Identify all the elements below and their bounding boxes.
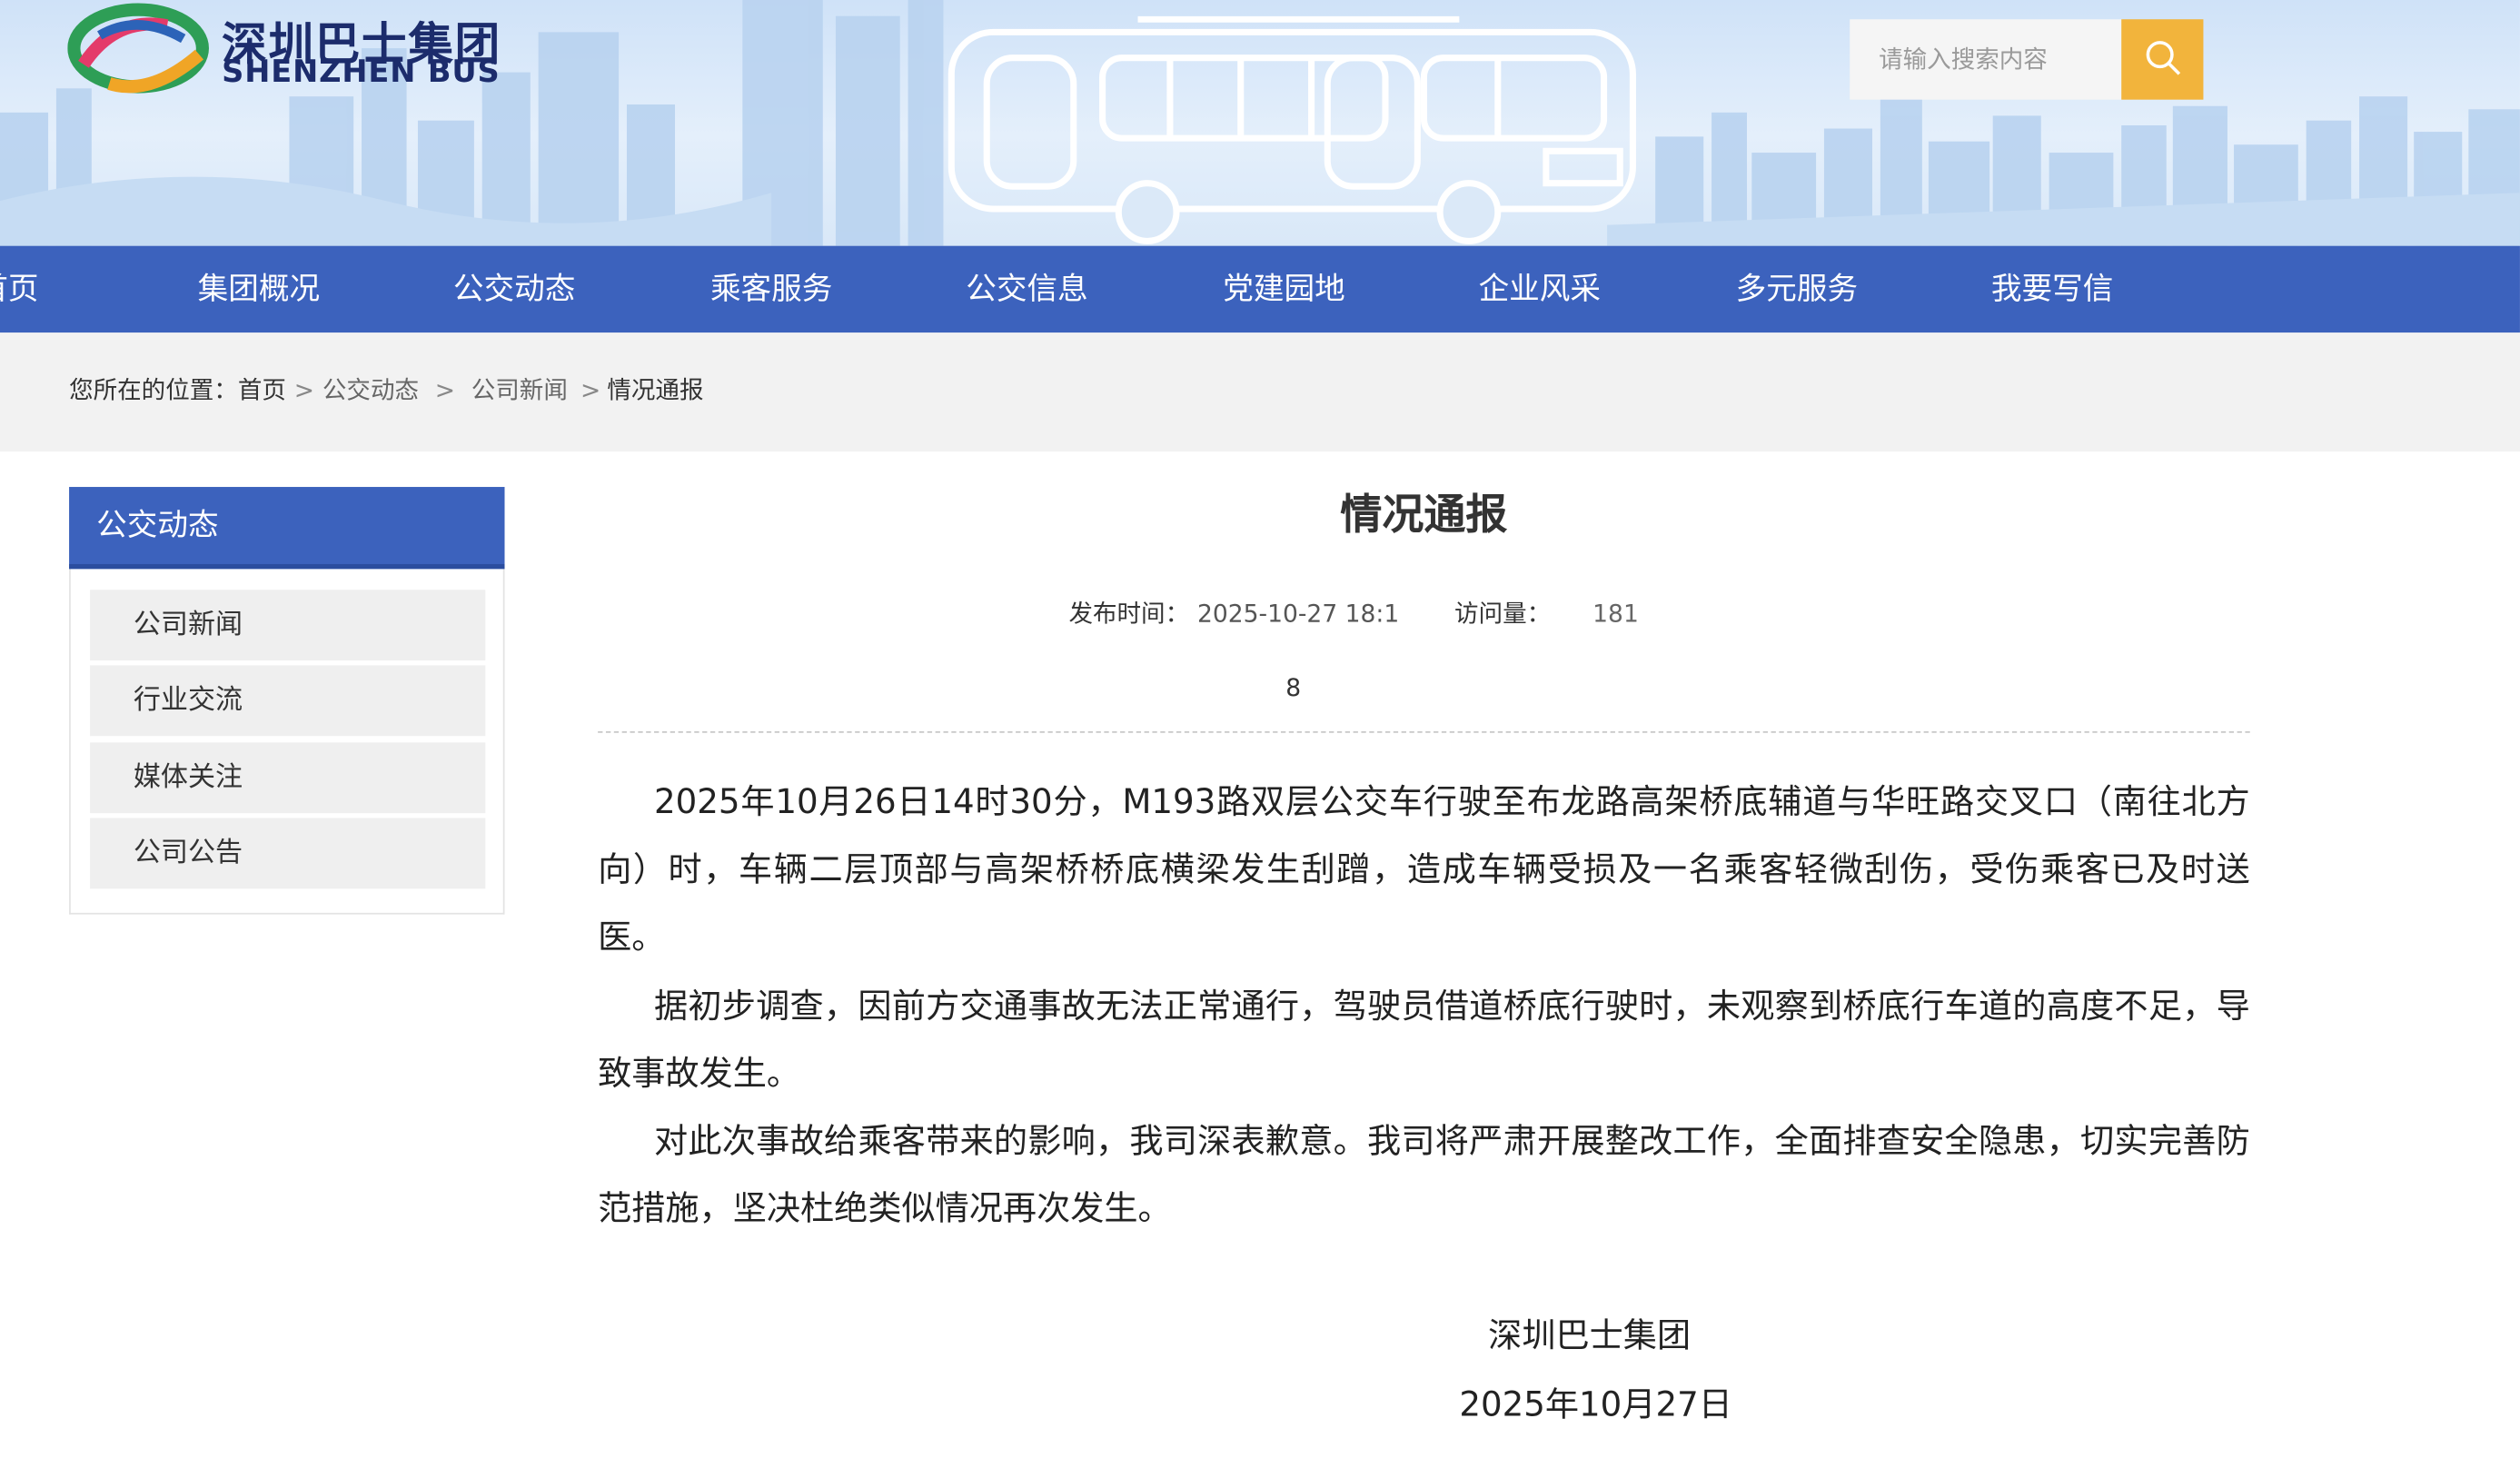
nav-item-write-letter[interactable]: 我要写信 <box>1991 246 2113 333</box>
signature-date: 2025年10月27日 <box>1459 1384 1732 1424</box>
breadcrumb-bar: 您所在的位置：首页 > 公交动态 > 公司新闻 > 情况通报 <box>0 332 2520 452</box>
article-divider <box>598 730 2250 733</box>
bus-illustration <box>947 15 1636 244</box>
signature-organization: 深圳巴士集团 <box>1488 1315 1692 1355</box>
nav-item-bus-news[interactable]: 公交动态 <box>453 246 575 333</box>
article-paragraph-1: 2025年10月26日14时30分，M193路双层公交车行驶至布龙路高架桥底辅道… <box>598 782 2250 957</box>
breadcrumb-home[interactable]: 首页 <box>238 332 286 448</box>
breadcrumb-bus-news[interactable]: 公交动态 <box>322 332 419 448</box>
nav-item-diversified-services[interactable]: 多元服务 <box>1736 246 1858 333</box>
nav-item-party-building[interactable]: 党建园地 <box>1223 246 1344 333</box>
article-paragraph-3: 对此次事故给乘客带来的影响，我司深表歉意。我司将严肃开展整改工作，全面排查安全隐… <box>598 1121 2250 1228</box>
publish-time-wrap: 8 <box>1285 673 1302 703</box>
nav-item-home[interactable]: 首页 <box>0 246 38 333</box>
article-title: 情况通报 <box>1340 491 1508 541</box>
sidebar-title: 公交动态 <box>69 487 505 570</box>
sidebar-item-company-announcement[interactable]: 公司公告 <box>90 818 486 889</box>
main-nav: 首页 集团概况 公交动态 乘客服务 公交信息 党建园地 企业风采 多元服务 我要… <box>0 245 2520 333</box>
breadcrumb-prefix: 您所在的位置： <box>69 375 238 405</box>
breadcrumb-separator: > <box>293 375 315 405</box>
nav-item-bus-info[interactable]: 公交信息 <box>966 246 1087 333</box>
search-input[interactable] <box>1850 19 2123 100</box>
search-box[interactable] <box>1850 19 2204 100</box>
header-banner: 深圳巴士集团 SHENZHEN BUS <box>0 0 2520 246</box>
shenzhen-bus-logo[interactable]: 深圳巴士集团 SHENZHEN BUS <box>67 0 550 106</box>
sidebar-item-media-attention[interactable]: 媒体关注 <box>90 742 486 814</box>
logo-emblem-icon <box>67 3 209 94</box>
views-value: 181 <box>1592 599 1639 629</box>
nav-item-corporate-style[interactable]: 企业风采 <box>1479 246 1601 333</box>
breadcrumb: 您所在的位置：首页 > 公交动态 > 公司新闻 > 情况通报 <box>69 332 703 451</box>
publish-time-value: 2025-10-27 18:1 <box>1196 599 1400 629</box>
breadcrumb-separator: > <box>434 375 456 405</box>
search-icon <box>2146 41 2181 75</box>
article-paragraph-2: 据初步调查，因前方交通事故无法正常通行，驾驶员借道桥底行驶时，未观察到桥底行车道… <box>598 987 2250 1093</box>
breadcrumb-company-news[interactable]: 公司新闻 <box>471 332 568 448</box>
logo-english-name: SHENZHEN BUS <box>222 55 501 91</box>
search-button[interactable] <box>2121 19 2204 100</box>
nav-item-group-overview[interactable]: 集团概况 <box>198 246 320 333</box>
sidebar-item-company-news[interactable]: 公司新闻 <box>90 590 486 661</box>
nav-item-passenger-service[interactable]: 乘客服务 <box>710 246 832 333</box>
publish-time-label: 发布时间： <box>1068 599 1190 629</box>
breadcrumb-current: 情况通报 <box>607 375 704 405</box>
sidebar-item-industry-exchange[interactable]: 行业交流 <box>90 665 486 737</box>
breadcrumb-separator: > <box>580 375 601 405</box>
views-label: 访问量： <box>1454 599 1552 629</box>
